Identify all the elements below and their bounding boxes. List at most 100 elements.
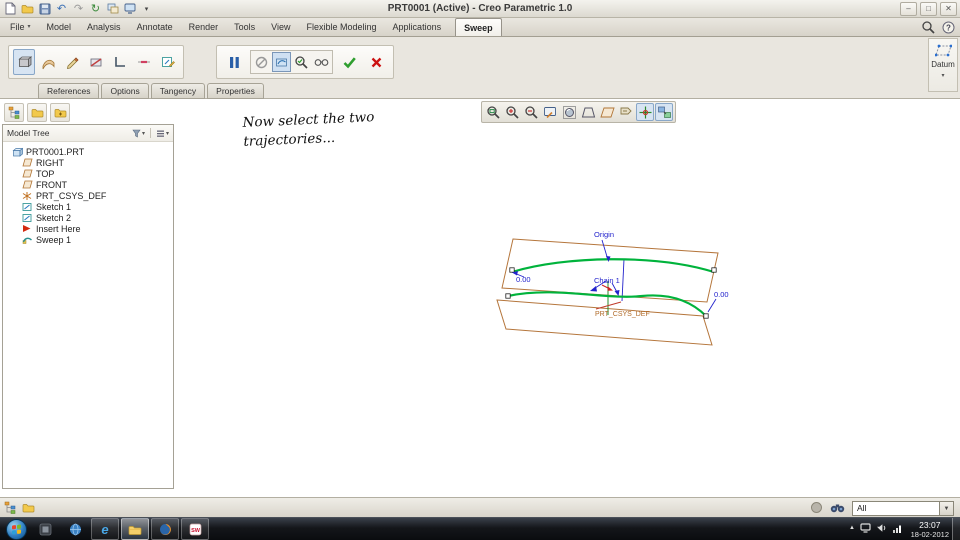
- sweep-preview-sketch[interactable]: Origin 0.00 Chain 1 0.00 PRT_CSYS_DEF: [478, 223, 758, 363]
- curve-endpoint-handle[interactable]: [703, 313, 709, 319]
- attached-preview-toggle[interactable]: [272, 52, 291, 72]
- csys-label[interactable]: PRT_CSYS_DEF: [595, 311, 650, 318]
- left-dimension-label[interactable]: 0.00: [516, 275, 531, 284]
- start-button[interactable]: [6, 519, 27, 540]
- folder-nav-icon[interactable]: [27, 103, 47, 122]
- model-tree-toggle-icon[interactable]: [4, 501, 17, 514]
- tree-item-sweep-1[interactable]: Sweep 1: [3, 234, 173, 245]
- tab-view[interactable]: View: [263, 18, 298, 36]
- tree-item-sketch-1[interactable]: Sketch 1: [3, 201, 173, 212]
- model-tree-list: PRT0001.PRT RIGHT TOP FRONT PRT_CSYS_DEF Sket…: [3, 142, 173, 245]
- show-desktop-button[interactable]: [952, 518, 960, 540]
- search-binoculars-icon[interactable]: [830, 503, 845, 513]
- curve-endpoint-handle[interactable]: [505, 293, 511, 299]
- tab-sweep[interactable]: Sweep: [455, 18, 502, 36]
- spin-center-icon[interactable]: [636, 103, 654, 121]
- curve-endpoint-handle[interactable]: [711, 267, 717, 273]
- tray-expand-icon[interactable]: ▲: [849, 525, 855, 531]
- origin-label[interactable]: Origin: [594, 230, 614, 239]
- zoom-in-icon[interactable]: [503, 103, 521, 121]
- sketch-button[interactable]: [61, 49, 83, 75]
- sketch-item-icon: [21, 202, 33, 212]
- thin-button[interactable]: [109, 49, 131, 75]
- tree-item-top[interactable]: TOP: [3, 168, 173, 179]
- taskbar-globe-app-button[interactable]: [61, 518, 89, 540]
- trajectory-curve-1[interactable]: [511, 258, 715, 274]
- chevron-down-icon[interactable]: ▼: [939, 502, 953, 515]
- surface-button[interactable]: [37, 49, 59, 75]
- tab-render[interactable]: Render: [181, 18, 227, 36]
- network-tray-icon[interactable]: [892, 524, 902, 533]
- section-line-button[interactable]: [133, 49, 155, 75]
- tree-item-prt-csys-def[interactable]: PRT_CSYS_DEF: [3, 190, 173, 201]
- display-tray-icon[interactable]: [860, 523, 871, 533]
- folder-add-icon[interactable]: [50, 103, 70, 122]
- tab-model[interactable]: Model: [39, 18, 80, 36]
- view-manager-icon[interactable]: [655, 103, 673, 121]
- annotation-display-icon[interactable]: [617, 103, 635, 121]
- taskbar-solidworks-button[interactable]: SW: [181, 518, 209, 540]
- solid-button[interactable]: [13, 49, 35, 75]
- tab-label: Analysis: [87, 22, 121, 32]
- selection-filter-combobox[interactable]: All ▼: [852, 501, 954, 516]
- tab-annotate[interactable]: Annotate: [129, 18, 181, 36]
- cancel-button[interactable]: [365, 49, 387, 75]
- folder-browser-icon[interactable]: [22, 502, 35, 513]
- tree-item-right[interactable]: RIGHT: [3, 157, 173, 168]
- tree-item-prt0001-prt[interactable]: PRT0001.PRT: [3, 146, 173, 157]
- tree-settings-button[interactable]: ▾: [156, 129, 169, 138]
- tab-applications[interactable]: Applications: [385, 18, 450, 36]
- status-bar-left-icons: [4, 501, 35, 514]
- dashboard-tab-options[interactable]: Options: [101, 83, 149, 99]
- dashboard-tab-references[interactable]: References: [38, 83, 100, 99]
- tab-flexible-modeling[interactable]: Flexible Modeling: [299, 18, 385, 36]
- tree-nav-icon[interactable]: [4, 103, 24, 122]
- tree-item-sketch-2[interactable]: Sketch 2: [3, 212, 173, 223]
- datum-group[interactable]: Datum ▾: [928, 38, 958, 92]
- close-icon[interactable]: ✕: [940, 2, 957, 16]
- pause-button[interactable]: [223, 49, 245, 75]
- tab-label: Applications: [392, 22, 442, 32]
- tab-tools[interactable]: Tools: [226, 18, 263, 36]
- repaint-icon[interactable]: [541, 103, 559, 121]
- svg-text:SW: SW: [191, 528, 201, 534]
- display-style-icon[interactable]: [560, 103, 578, 121]
- zoom-out-icon[interactable]: [522, 103, 540, 121]
- minimize-icon[interactable]: ‒: [900, 2, 917, 16]
- taskbar-windows-explorer-button[interactable]: [121, 518, 149, 540]
- plane-icon: [21, 180, 33, 190]
- glasses-toggle[interactable]: [312, 52, 331, 72]
- tree-item-insert-here[interactable]: Insert Here: [3, 223, 173, 234]
- chain-reference-line: [621, 258, 625, 302]
- volume-tray-icon[interactable]: [876, 523, 887, 533]
- model-tree-header: Model Tree ▾ ▾: [3, 125, 173, 142]
- chain-label[interactable]: Chain 1: [594, 276, 620, 285]
- right-dimension-label[interactable]: 0.00: [714, 290, 729, 299]
- tab-analysis[interactable]: Analysis: [79, 18, 129, 36]
- curve-endpoint-handle[interactable]: [509, 267, 515, 273]
- tree-filter-button[interactable]: ▾: [132, 129, 145, 138]
- ok-button[interactable]: [338, 49, 360, 75]
- taskbar-firefox-button[interactable]: [151, 518, 179, 540]
- tree-item-front[interactable]: FRONT: [3, 179, 173, 190]
- dashboard-tab-properties[interactable]: Properties: [207, 83, 264, 99]
- edit-sketch-button[interactable]: [157, 49, 179, 75]
- verify-toggle[interactable]: [292, 52, 311, 72]
- taskbar-clock[interactable]: 23:07 18-02-2012: [911, 520, 949, 539]
- taskbar-apps: e SW: [31, 518, 209, 540]
- tutorial-annotation: Now select the two trajectories...: [242, 108, 375, 152]
- perspective-icon[interactable]: [579, 103, 597, 121]
- taskbar-media-app-button[interactable]: [31, 518, 59, 540]
- maximize-icon[interactable]: □: [920, 2, 937, 16]
- no-preview-toggle[interactable]: [252, 52, 271, 72]
- dashboard-tab-tangency[interactable]: Tangency: [150, 83, 206, 99]
- search-icon[interactable]: [921, 20, 936, 35]
- taskbar-internet-explorer-button[interactable]: e: [91, 518, 119, 540]
- graphics-area[interactable]: Model Tree ▾ ▾ PRT0001.PRT RIGHT TOP FRONT P…: [0, 99, 960, 497]
- help-icon[interactable]: ?: [941, 20, 956, 35]
- chevron-down-icon: ▾: [27, 24, 31, 30]
- tab-file[interactable]: File ▾: [2, 18, 39, 36]
- refit-icon[interactable]: [484, 103, 502, 121]
- datum-display-icon[interactable]: [598, 103, 616, 121]
- remove-material-button[interactable]: [85, 49, 107, 75]
